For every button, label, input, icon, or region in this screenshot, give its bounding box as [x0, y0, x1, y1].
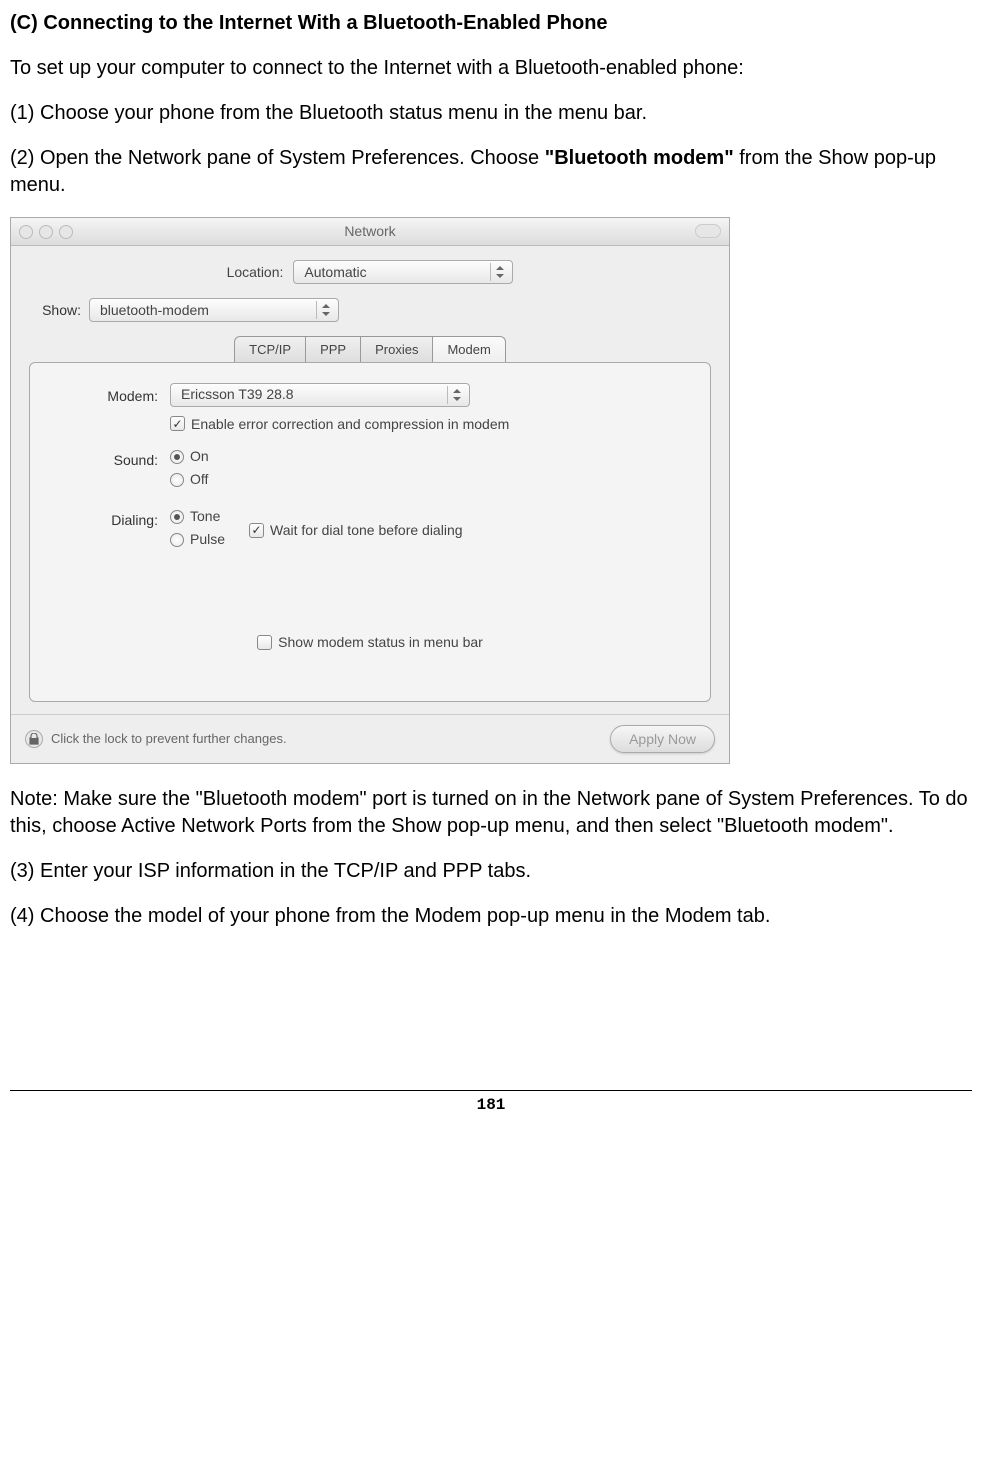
dialing-pulse-label: Pulse [190, 530, 225, 549]
location-value: Automatic [304, 263, 366, 282]
chevron-updown-icon [490, 263, 508, 281]
toolbar-toggle-button[interactable] [695, 224, 721, 238]
section-heading: (C) Connecting to the Internet With a Bl… [10, 10, 972, 37]
show-label: Show: [29, 301, 89, 320]
modem-label: Modem: [50, 383, 170, 406]
checkbox-checked-icon: ✓ [170, 416, 185, 431]
step-2-prefix: (2) Open the Network pane of System Pref… [10, 147, 545, 169]
sound-off-radio[interactable]: Off [170, 470, 690, 489]
lock-text: Click the lock to prevent further change… [51, 730, 287, 748]
radio-selected-icon [170, 450, 184, 464]
modem-popup[interactable]: Ericsson T39 28.8 [170, 383, 470, 407]
location-popup[interactable]: Automatic [293, 260, 513, 284]
apply-now-button[interactable]: Apply Now [610, 725, 715, 754]
note-text: Note: Make sure the "Bluetooth modem" po… [10, 786, 972, 840]
window-footer: Click the lock to prevent further change… [11, 714, 729, 764]
show-status-label: Show modem status in menu bar [278, 633, 483, 652]
show-value: bluetooth-modem [100, 301, 209, 320]
step-2: (2) Open the Network pane of System Pref… [10, 145, 972, 199]
document-body: (C) Connecting to the Internet With a Bl… [10, 10, 972, 1117]
step-1: (1) Choose your phone from the Bluetooth… [10, 100, 972, 127]
show-popup[interactable]: bluetooth-modem [89, 298, 339, 322]
tab-tcpip[interactable]: TCP/IP [234, 336, 306, 363]
tab-ppp[interactable]: PPP [306, 336, 361, 363]
network-preferences-screenshot: Network Location: Automatic Show: blueto… [10, 217, 730, 764]
dialing-tone-label: Tone [190, 507, 220, 526]
lock-icon[interactable] [25, 730, 43, 748]
step-3: (3) Enter your ISP information in the TC… [10, 858, 972, 885]
radio-selected-icon [170, 510, 184, 524]
dialing-tone-radio[interactable]: Tone [170, 507, 225, 526]
wait-dial-label: Wait for dial tone before dialing [270, 521, 462, 540]
window-body: Location: Automatic Show: bluetooth-mode… [11, 246, 729, 714]
show-status-checkbox[interactable]: Show modem status in menu bar [50, 633, 690, 652]
window-title: Network [11, 222, 729, 241]
sound-off-label: Off [190, 470, 208, 489]
tab-bar: TCP/IP PPP Proxies Modem [29, 336, 711, 363]
checkbox-checked-icon: ✓ [249, 523, 264, 538]
checkbox-unchecked-icon [257, 635, 272, 650]
tab-proxies[interactable]: Proxies [361, 336, 433, 363]
modem-value: Ericsson T39 28.8 [181, 385, 294, 404]
sound-on-radio[interactable]: On [170, 447, 690, 466]
chevron-updown-icon [316, 301, 334, 319]
window-titlebar: Network [11, 218, 729, 246]
chevron-updown-icon [447, 386, 465, 404]
step-4: (4) Choose the model of your phone from … [10, 903, 972, 930]
enable-error-label: Enable error correction and compression … [191, 415, 509, 434]
radio-icon [170, 473, 184, 487]
intro-text: To set up your computer to connect to th… [10, 55, 972, 82]
dialing-label: Dialing: [50, 507, 170, 530]
tab-modem[interactable]: Modem [433, 336, 505, 363]
page-number: 181 [477, 1096, 506, 1114]
page-footer: 181 [10, 1090, 972, 1117]
location-label: Location: [227, 263, 284, 282]
radio-icon [170, 533, 184, 547]
enable-error-checkbox[interactable]: ✓ Enable error correction and compressio… [170, 415, 690, 434]
step-2-bold: "Bluetooth modem" [545, 147, 734, 169]
dialing-pulse-radio[interactable]: Pulse [170, 530, 225, 549]
sound-label: Sound: [50, 447, 170, 470]
wait-dial-checkbox[interactable]: ✓ Wait for dial tone before dialing [249, 507, 462, 553]
sound-on-label: On [190, 447, 209, 466]
modem-panel: Modem: Ericsson T39 28.8 ✓ Enable error … [29, 362, 711, 702]
